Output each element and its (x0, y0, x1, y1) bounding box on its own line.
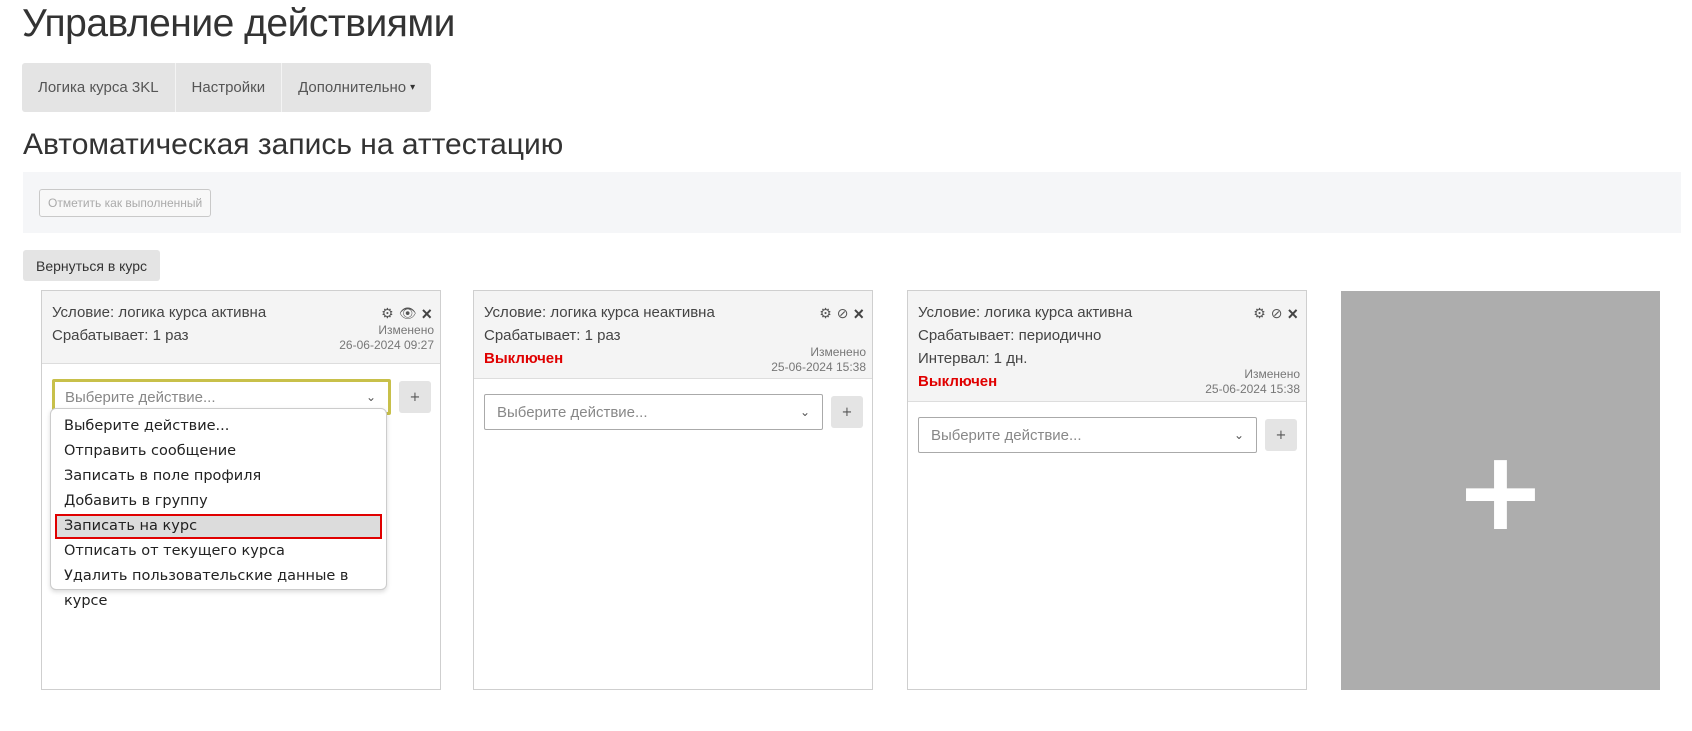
action-dropdown-list: Выберите действие... Отправить сообщение… (50, 408, 387, 609)
action-card-3: Условие: логика курса активна Срабатывае… (907, 290, 1307, 690)
add-action-button[interactable]: + (399, 381, 431, 413)
card-condition: Условие: логика курса неактивна (484, 304, 715, 321)
gear-icon[interactable]: ⚙ (819, 305, 832, 322)
back-to-course-button[interactable]: Вернуться в курс (23, 250, 161, 281)
plus-icon: + (1454, 426, 1547, 555)
page-title: Управление действиями (22, 2, 455, 45)
action-card-2: Условие: логика курса неактивна Срабатыв… (473, 290, 873, 690)
dropdown-option[interactable]: Отписать от текущего курса (55, 539, 382, 564)
add-action-button[interactable]: + (831, 396, 863, 428)
completion-toolbar: Отметить как выполненный (23, 172, 1681, 233)
card-modified: Изменено 25-06-2024 15:38 (771, 345, 866, 375)
modified-label: Изменено (378, 323, 434, 337)
gear-icon[interactable]: ⚙ (381, 305, 394, 322)
select-value: Выберите действие... (65, 388, 216, 406)
select-value: Выберите действие... (497, 403, 648, 421)
tab-label: Настройки (191, 79, 266, 96)
nav-tabs: Логика курса 3KL Настройки Дополнительно… (22, 63, 432, 112)
card-icons: ⚙ ⊘ × (1253, 305, 1298, 323)
eye-icon[interactable]: 👁 (399, 305, 417, 322)
card-body: Выберите действие... ⌄ + (908, 402, 1306, 453)
eye-off-icon[interactable]: ⊘ (1271, 305, 1283, 322)
card-body: Выберите действие... ⌄ + (42, 364, 440, 415)
add-action-button[interactable]: + (1265, 419, 1297, 451)
dropdown-option[interactable]: Выберите действие... (55, 414, 382, 439)
card-condition: Условие: логика курса активна (52, 304, 267, 321)
add-card-button[interactable]: + (1341, 291, 1660, 690)
close-icon[interactable]: × (1287, 305, 1298, 323)
modified-label: Изменено (810, 345, 866, 359)
tab-additional[interactable]: Дополнительно ▾ (282, 63, 431, 112)
chevron-down-icon: ⌄ (1233, 428, 1244, 442)
select-value: Выберите действие... (931, 426, 1082, 444)
close-icon[interactable]: × (853, 305, 864, 323)
dropdown-option[interactable]: Отправить сообщение (55, 439, 382, 464)
dropdown-option[interactable]: Добавить в группу (55, 489, 382, 514)
action-select[interactable]: Выберите действие... ⌄ (484, 394, 823, 430)
card-condition: Условие: логика курса активна (918, 304, 1133, 321)
card-icons: ⚙ 👁 × (381, 305, 432, 323)
gear-icon[interactable]: ⚙ (1253, 305, 1266, 322)
tab-label: Дополнительно (298, 79, 407, 96)
section-title: Автоматическая запись на аттестацию (23, 128, 564, 161)
card-trigger: Срабатывает: 1 раз (484, 327, 621, 344)
dropdown-option[interactable]: Записать в поле профиля (55, 464, 382, 489)
close-icon[interactable]: × (421, 305, 432, 323)
modified-date: 26-06-2024 09:27 (339, 338, 434, 352)
card-modified: Изменено 25-06-2024 15:38 (1205, 367, 1300, 397)
card-modified: Изменено 26-06-2024 09:27 (339, 323, 434, 353)
modified-label: Изменено (1244, 367, 1300, 381)
tab-course-logic[interactable]: Логика курса 3KL (22, 63, 176, 112)
card-trigger: Срабатывает: периодично (918, 327, 1102, 344)
dropdown-option-highlighted[interactable]: Записать на курс (55, 514, 382, 539)
tab-label: Логика курса 3KL (38, 79, 159, 96)
dropdown-option[interactable]: Удалить пользовательские данные в курсе (55, 564, 382, 609)
mark-done-button[interactable]: Отметить как выполненный (39, 189, 212, 217)
chevron-down-icon: ⌄ (799, 405, 810, 419)
eye-off-icon[interactable]: ⊘ (837, 305, 849, 322)
card-body: Выберите действие... ⌄ + (474, 379, 872, 430)
modified-date: 25-06-2024 15:38 (771, 360, 866, 374)
chevron-down-icon: ⌄ (365, 390, 376, 404)
action-select[interactable]: Выберите действие... ⌄ (918, 417, 1257, 453)
modified-date: 25-06-2024 15:38 (1205, 382, 1300, 396)
card-icons: ⚙ ⊘ × (819, 305, 864, 323)
card-header: Условие: логика курса неактивна Срабатыв… (474, 291, 872, 379)
card-header: Условие: логика курса активна Срабатывае… (42, 291, 440, 364)
chevron-down-icon: ▾ (410, 82, 416, 93)
card-header: Условие: логика курса активна Срабатывае… (908, 291, 1306, 402)
tab-settings[interactable]: Настройки (176, 63, 283, 112)
